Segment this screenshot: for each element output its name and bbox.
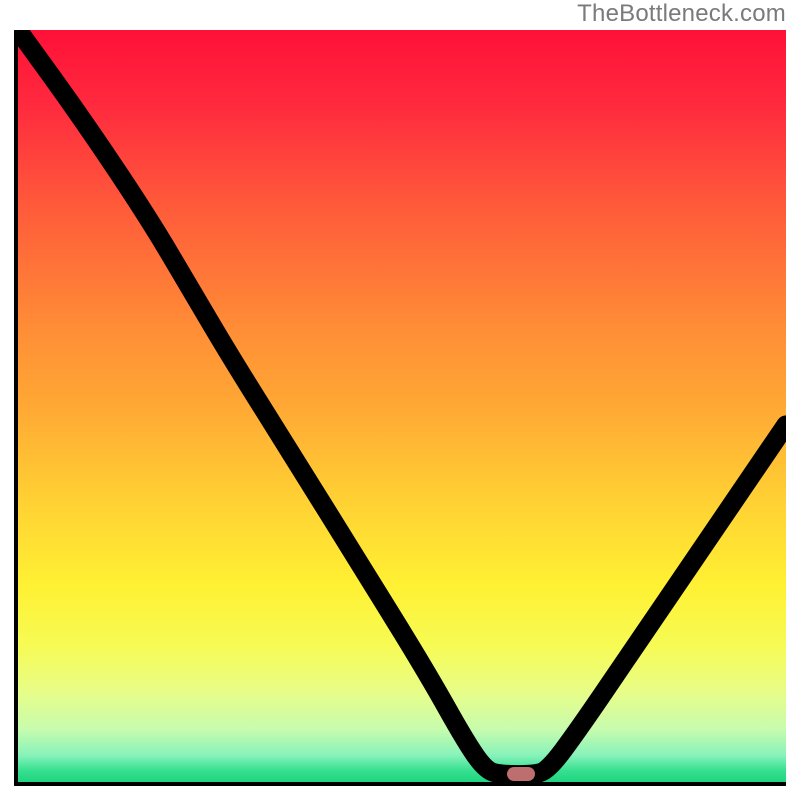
optimal-marker xyxy=(507,767,535,781)
line-curve xyxy=(18,30,786,782)
chart-root: TheBottleneck.com xyxy=(0,0,800,800)
watermark-text: TheBottleneck.com xyxy=(577,0,786,28)
plot-area xyxy=(14,30,786,786)
